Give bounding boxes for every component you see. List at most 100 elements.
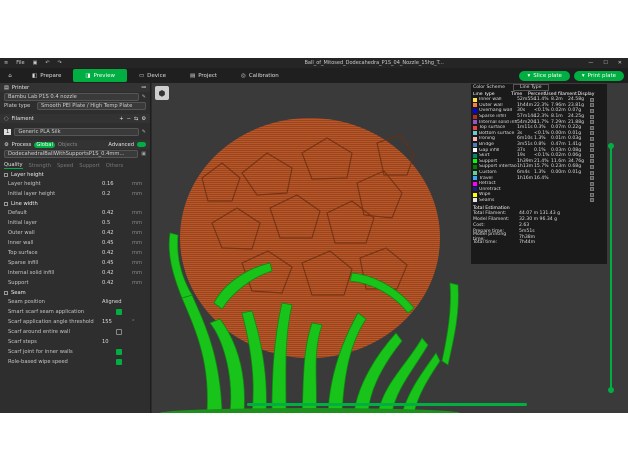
legend-swatch: [473, 148, 477, 153]
param-row: Smart scarf seam application: [0, 307, 150, 317]
tab-project[interactable]: ▤ Project: [178, 69, 229, 82]
param-unit: °: [132, 319, 135, 325]
tab-prepare[interactable]: ◧ Prepare: [20, 69, 73, 82]
file-menu[interactable]: File: [16, 60, 24, 66]
display-checkbox[interactable]: [586, 164, 598, 169]
legend-time: 1h13m: [517, 164, 534, 170]
edit-icon[interactable]: ✎: [142, 129, 146, 135]
settings-icon[interactable]: ⚙: [141, 116, 146, 122]
legend-m: 0.47m: [551, 142, 566, 148]
tab-preview[interactable]: ◨ Preview: [73, 69, 127, 82]
close-button[interactable]: ✕: [618, 60, 622, 66]
param-value[interactable]: 0.16: [102, 181, 132, 187]
param-checkbox[interactable]: [116, 359, 122, 365]
tab-label: Preview: [93, 72, 115, 79]
legend-m: 0.03m: [551, 147, 566, 153]
tab-quality[interactable]: Quality: [4, 162, 23, 169]
param-value[interactable]: 0.45: [102, 240, 132, 246]
param-value[interactable]: 155: [102, 319, 132, 325]
tab-calibration[interactable]: ◎ Calibration: [229, 69, 291, 82]
display-checkbox[interactable]: [586, 192, 598, 197]
tab-support[interactable]: Support: [79, 163, 100, 169]
display-checkbox[interactable]: [586, 125, 598, 130]
param-value[interactable]: 0.42: [102, 210, 132, 216]
display-checkbox[interactable]: [586, 159, 598, 164]
view-cube-icon[interactable]: ⬢: [155, 86, 169, 100]
printer-select[interactable]: Bambu Lab P1S 0.4 nozzle: [4, 92, 139, 101]
plate-type-value: Smooth PEI Plate / High Temp Plate: [41, 102, 133, 109]
sync-icon[interactable]: ⇆: [134, 116, 138, 122]
home-icon[interactable]: ⌂: [0, 69, 20, 82]
print-label: Print plate: [587, 72, 616, 79]
legend-name: Unretract: [479, 186, 501, 192]
param-value[interactable]: 0.42: [102, 270, 132, 276]
param-value[interactable]: 0.2: [102, 191, 132, 197]
slice-plate-button[interactable]: ▾ Slice plate: [519, 70, 570, 81]
link-icon[interactable]: ⚯: [142, 85, 146, 91]
display-checkbox[interactable]: [586, 181, 598, 186]
move-slider[interactable]: [247, 403, 527, 406]
save-icon[interactable]: ▣: [33, 60, 38, 66]
display-checkbox[interactable]: [586, 120, 598, 125]
menu-icon[interactable]: ≡: [4, 60, 8, 66]
process-profile-select[interactable]: DodecahedralBallWithSupportsP1S_0.4mm...: [4, 149, 139, 158]
print-plate-button[interactable]: ▾ Print plate: [573, 70, 624, 81]
minimize-button[interactable]: —: [588, 60, 593, 66]
param-checkbox[interactable]: [116, 329, 122, 335]
global-toggle[interactable]: Global: [34, 141, 55, 148]
maximize-button[interactable]: ☐: [603, 60, 607, 66]
display-checkbox[interactable]: [586, 97, 598, 102]
display-checkbox[interactable]: [586, 136, 598, 141]
estimation-key: Model Filament:: [473, 217, 510, 223]
estimation-value: 7h44m: [519, 240, 536, 246]
display-checkbox[interactable]: [586, 131, 598, 136]
display-checkbox[interactable]: [586, 198, 598, 203]
advanced-switch[interactable]: [137, 142, 146, 147]
param-value[interactable]: 0.5: [102, 220, 132, 226]
display-checkbox[interactable]: [586, 142, 598, 147]
objects-toggle[interactable]: Objects: [58, 142, 78, 148]
display-checkbox[interactable]: [586, 170, 598, 175]
display-checkbox[interactable]: [586, 153, 598, 158]
estimation-value: 7h38m: [519, 234, 536, 240]
tab-strength[interactable]: Strength: [29, 163, 51, 169]
add-icon[interactable]: +: [119, 116, 123, 122]
save-icon[interactable]: ▣: [141, 151, 146, 157]
param-value[interactable]: Aligned: [102, 299, 132, 305]
tab-label: Device: [147, 72, 166, 79]
tab-others[interactable]: Others: [106, 163, 123, 169]
display-checkbox[interactable]: [586, 148, 598, 153]
param-value[interactable]: 10: [102, 339, 132, 345]
param-value[interactable]: 0.42: [102, 230, 132, 236]
redo-icon[interactable]: ↷: [58, 60, 62, 66]
edit-icon[interactable]: ✎: [142, 94, 146, 100]
device-icon: ▭: [138, 72, 145, 79]
3d-preview-viewport[interactable]: ⬢ Color Scheme Line Type Line Type Time …: [152, 83, 628, 413]
legend-name: Top surface: [479, 125, 506, 131]
tab-label: Project: [198, 72, 218, 79]
display-checkbox[interactable]: [586, 114, 598, 119]
plate-type-select[interactable]: Smooth PEI Plate / High Temp Plate: [37, 101, 146, 110]
param-value[interactable]: 0.42: [102, 280, 132, 286]
tab-device[interactable]: ▭ Device: [127, 69, 178, 82]
param-unit: mm: [132, 260, 143, 266]
param-checkbox[interactable]: [116, 349, 122, 355]
param-unit: mm: [132, 230, 143, 236]
display-checkbox[interactable]: [586, 176, 598, 181]
param-label: Initial layer: [8, 220, 38, 226]
layer-slider[interactable]: [608, 143, 614, 393]
scheme-select[interactable]: Line Type: [512, 84, 549, 91]
legend-swatch: [473, 114, 477, 119]
param-value[interactable]: 0.45: [102, 260, 132, 266]
tab-speed[interactable]: Speed: [57, 163, 73, 169]
filament-select[interactable]: Generic PLA Silk: [14, 127, 139, 136]
param-value[interactable]: 0.42: [102, 250, 132, 256]
param-checkbox[interactable]: [116, 309, 122, 315]
display-checkbox[interactable]: [586, 103, 598, 108]
undo-icon[interactable]: ↶: [45, 60, 49, 66]
display-checkbox[interactable]: [586, 108, 598, 113]
legend-g: 0.68g: [568, 164, 582, 170]
display-checkbox[interactable]: [586, 187, 598, 192]
remove-icon[interactable]: −: [127, 116, 131, 122]
legend-m: 0.02m: [551, 108, 566, 114]
